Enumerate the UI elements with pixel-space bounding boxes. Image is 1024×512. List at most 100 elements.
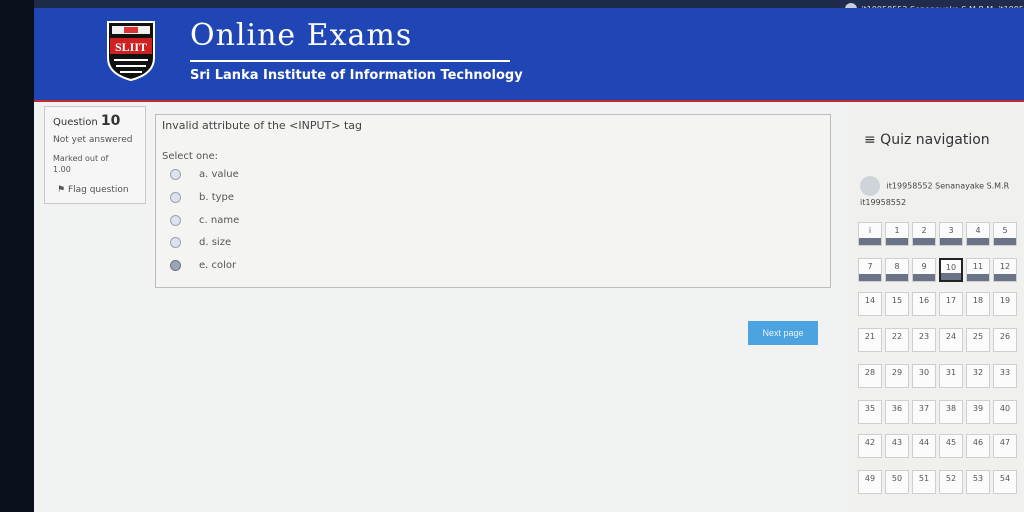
quiz-nav-tile[interactable]: 2	[912, 222, 936, 246]
quiz-nav-tile[interactable]: 37	[912, 400, 936, 424]
question-text: Invalid attribute of the <INPUT> tag	[162, 119, 363, 132]
quiz-nav-tile[interactable]: 12	[993, 258, 1017, 282]
quiz-nav-tile[interactable]: 15	[885, 292, 909, 316]
quiz-nav-tile[interactable]: i	[858, 222, 882, 246]
flag-label: Flag question	[67, 185, 129, 195]
tile-label: 30	[918, 368, 930, 377]
brand-subtitle: Sri Lanka Institute of Information Techn…	[190, 68, 523, 83]
quiz-nav-tile[interactable]: 42	[858, 434, 882, 458]
tile-label: 5	[1002, 226, 1008, 235]
quiz-nav-tile[interactable]: 45	[939, 434, 963, 458]
quiz-nav-tile[interactable]: 22	[885, 328, 909, 352]
tile-label: 7	[867, 262, 873, 271]
quiz-nav-tile[interactable]: 4	[966, 222, 990, 246]
tile-label: 17	[945, 296, 957, 305]
quiz-nav-tile[interactable]: 38	[939, 400, 963, 424]
radio-button[interactable]	[170, 192, 181, 203]
tile-label: 39	[972, 404, 984, 413]
sliit-logo: SLIIT	[107, 21, 155, 82]
radio-button[interactable]	[170, 237, 181, 248]
flag-icon: ⚑	[57, 185, 66, 195]
tile-label: 35	[864, 404, 876, 413]
quiz-nav-tile[interactable]: 16	[912, 292, 936, 316]
quiz-nav-tile[interactable]: 3	[939, 222, 963, 246]
tile-label: 1	[894, 226, 900, 235]
quiz-nav-tile[interactable]: 10	[939, 258, 963, 282]
flag-question-link[interactable]: ⚑ Flag question	[57, 185, 129, 195]
tile-label: 4	[975, 226, 981, 235]
quiz-nav-tile[interactable]: 18	[966, 292, 990, 316]
tile-label: 32	[972, 368, 984, 377]
tile-label: 29	[891, 368, 903, 377]
quiz-nav-tile[interactable]: 25	[966, 328, 990, 352]
tile-status-bar	[913, 238, 935, 245]
tile-label: 53	[972, 474, 984, 483]
quiz-nav-tile[interactable]: 40	[993, 400, 1017, 424]
answer-option-d[interactable]: d. size	[170, 237, 231, 248]
quiz-nav-tile[interactable]: 53	[966, 470, 990, 494]
site-header: SLIIT Online Exams Sri Lanka Institute o…	[34, 8, 1024, 100]
tile-label: 12	[999, 262, 1011, 271]
quiz-nav-tile[interactable]: 28	[858, 364, 882, 388]
tile-label: 52	[945, 474, 957, 483]
quiz-nav-tile[interactable]: 35	[858, 400, 882, 424]
quiz-nav-tile[interactable]: 1	[885, 222, 909, 246]
tile-status-bar	[886, 238, 908, 245]
marks-label: Marked out of	[53, 154, 109, 163]
answer-option-e[interactable]: e. color	[170, 260, 236, 271]
tile-label: 23	[918, 332, 930, 341]
quiz-nav-tile[interactable]: 46	[966, 434, 990, 458]
quiz-nav-tile[interactable]: 14	[858, 292, 882, 316]
quiz-nav-tile[interactable]: 39	[966, 400, 990, 424]
quiz-nav-tile[interactable]: 17	[939, 292, 963, 316]
quiz-nav-tile[interactable]: 51	[912, 470, 936, 494]
quiz-nav-tile[interactable]: 36	[885, 400, 909, 424]
tile-label: 9	[921, 262, 927, 271]
answer-option-b[interactable]: b. type	[170, 192, 234, 203]
quiz-nav-tile[interactable]: 52	[939, 470, 963, 494]
quiz-nav-tile[interactable]: 19	[993, 292, 1017, 316]
tile-label: 50	[891, 474, 903, 483]
user-picture-icon	[860, 176, 880, 196]
quiz-nav-tile[interactable]: 11	[966, 258, 990, 282]
quiz-nav-tile[interactable]: 5	[993, 222, 1017, 246]
quiz-nav-tile[interactable]: 31	[939, 364, 963, 388]
quiz-nav-tile[interactable]: 32	[966, 364, 990, 388]
brand-title: Online Exams	[190, 18, 413, 53]
quiz-nav-tile[interactable]: 29	[885, 364, 909, 388]
quiz-nav-tile[interactable]: 26	[993, 328, 1017, 352]
quiz-nav-tile[interactable]: 23	[912, 328, 936, 352]
quiz-nav-tile[interactable]: 49	[858, 470, 882, 494]
quiz-nav-tile[interactable]: 47	[993, 434, 1017, 458]
next-page-button[interactable]: Next page	[748, 321, 818, 345]
quiz-nav-tile[interactable]: 54	[993, 470, 1017, 494]
answer-option-a[interactable]: a. value	[170, 169, 239, 180]
quiz-nav-tile[interactable]: 44	[912, 434, 936, 458]
quiz-nav-tile[interactable]: 24	[939, 328, 963, 352]
tile-label: 28	[864, 368, 876, 377]
quiz-nav-tile[interactable]: 21	[858, 328, 882, 352]
answer-status: Not yet answered	[53, 135, 133, 145]
answer-option-c[interactable]: c. name	[170, 215, 239, 226]
tile-label: 11	[972, 262, 984, 271]
tile-status-bar	[913, 274, 935, 281]
tile-label: 25	[972, 332, 984, 341]
tile-label: 18	[972, 296, 984, 305]
quiz-nav-tile[interactable]: 8	[885, 258, 909, 282]
quiz-nav-tile[interactable]: 9	[912, 258, 936, 282]
tile-label: 45	[945, 438, 957, 447]
quiz-nav-tile[interactable]: 30	[912, 364, 936, 388]
quiz-nav-tile[interactable]: 33	[993, 364, 1017, 388]
radio-button-selected[interactable]	[170, 260, 181, 271]
tile-label: 43	[891, 438, 903, 447]
radio-button[interactable]	[170, 169, 181, 180]
tile-label: 49	[864, 474, 876, 483]
quiz-nav-tile[interactable]: 43	[885, 434, 909, 458]
tile-status-bar	[886, 274, 908, 281]
tile-label: 33	[999, 368, 1011, 377]
quiz-nav-tile[interactable]: 7	[858, 258, 882, 282]
quiz-nav-tile[interactable]: 50	[885, 470, 909, 494]
tile-label: 24	[945, 332, 957, 341]
radio-button[interactable]	[170, 215, 181, 226]
tile-label: i	[868, 226, 872, 235]
